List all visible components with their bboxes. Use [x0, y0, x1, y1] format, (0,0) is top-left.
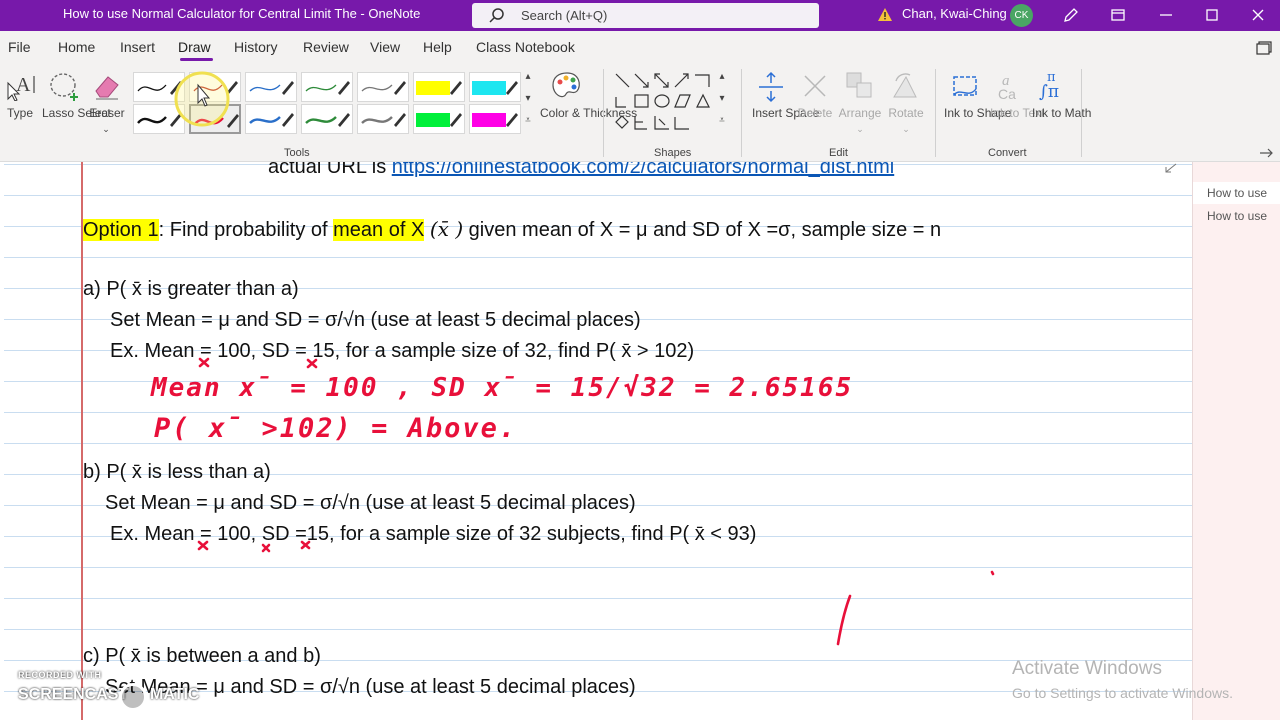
window-title: How to use Normal Calculator for Central… — [63, 6, 421, 21]
collapse-ribbon-icon[interactable] — [1258, 147, 1274, 159]
page-tab-1[interactable]: How to use — [1193, 182, 1280, 204]
search-icon — [489, 8, 504, 23]
tab-history[interactable]: History — [234, 39, 278, 55]
tab-help[interactable]: Help — [423, 39, 452, 55]
pen-blue-thick[interactable] — [245, 104, 297, 134]
highlighter-green[interactable] — [413, 104, 465, 134]
type-icon: A — [7, 74, 35, 101]
chevron-down-icon: ⌄ — [856, 124, 864, 134]
ink-line-1: Mean x̄ = 100 , SD x̄ = 15/√32 = 2.65165 — [150, 373, 853, 403]
svg-text:Ca: Ca — [998, 86, 1016, 101]
ribbon-display-icon[interactable] — [1256, 41, 1272, 55]
close-icon[interactable] — [1249, 6, 1267, 24]
lasso-select-icon — [50, 73, 78, 101]
svg-text:∫π: ∫π — [1039, 82, 1059, 101]
activate-windows-subtitle: Go to Settings to activate Windows. — [1012, 685, 1233, 701]
pen-gray-thin[interactable] — [357, 72, 409, 102]
rotate-icon — [893, 73, 917, 98]
avatar[interactable]: CK — [1010, 4, 1033, 27]
ink-to-shape-icon — [953, 76, 977, 96]
title-bar: How to use Normal Calculator for Central… — [0, 0, 1280, 31]
ink-to-shape-label[interactable]: Ink to Shape — [944, 105, 1011, 121]
minimize-icon[interactable] — [1157, 6, 1175, 24]
rotate-label: Rotate — [888, 106, 924, 120]
search-box[interactable]: Search (Alt+Q) — [472, 3, 819, 28]
pen-gray-thick[interactable] — [357, 104, 409, 134]
ribbon-tabs: File Home Insert Draw History Review Vie… — [0, 31, 1280, 63]
user-name[interactable]: Chan, Kwai-Ching — [902, 6, 1007, 21]
arrange-icon — [846, 72, 872, 98]
convert-group-label: Convert — [988, 147, 1027, 159]
tab-insert[interactable]: Insert — [120, 39, 155, 55]
page-tab-2[interactable]: How to use — [1193, 205, 1280, 227]
eraser-label[interactable]: Eraser — [88, 105, 126, 121]
pen-green-thin[interactable] — [301, 72, 353, 102]
highlighter-cyan[interactable] — [469, 72, 521, 102]
page-list-pane: How to use How to use — [1192, 162, 1280, 720]
palette-icon — [552, 72, 580, 98]
chevron-down-icon: ⌄ — [902, 124, 910, 134]
tab-class-notebook[interactable]: Class Notebook — [476, 39, 575, 55]
shapes-expand-icon[interactable]: ⩡ — [716, 113, 728, 129]
pens-scroll-down-icon[interactable]: ▾ — [522, 91, 534, 107]
restore-window-icon[interactable] — [1109, 6, 1127, 24]
insert-space-label[interactable]: Insert Space — [752, 105, 819, 121]
tab-view[interactable]: View — [370, 39, 400, 55]
pen-blue-thin[interactable] — [245, 72, 297, 102]
ink-to-text-icon: aCa — [998, 73, 1016, 101]
ink-to-math-icon: π∫π — [1039, 70, 1059, 101]
delete-label: Delete — [797, 106, 833, 120]
handwritten-ink: Mean x̄ = 100 , SD x̄ = 15/√32 = 2.65165… — [150, 357, 995, 646]
chevron-down-icon[interactable]: ⌄ — [100, 121, 112, 137]
shapes-scroll-up-icon[interactable]: ▴ — [716, 69, 728, 85]
draw-ribbon: A Type Lasso Select Eraser ⌄ ▴ ▾ ⩡ Tools — [0, 63, 1280, 162]
maximize-icon[interactable] — [1203, 6, 1221, 24]
type-label[interactable]: Type — [7, 105, 33, 121]
lasso-select-label[interactable]: Lasso Select — [42, 105, 111, 121]
tab-draw[interactable]: Draw — [178, 39, 211, 55]
edit-group-label: Edit — [829, 147, 848, 159]
pen-green-thick[interactable] — [301, 104, 353, 134]
eraser-icon — [95, 76, 119, 100]
active-tab-indicator — [180, 58, 213, 61]
warning-icon[interactable] — [877, 7, 893, 23]
note-page[interactable]: actual URL is https://onlinestatbook.com… — [4, 162, 1192, 720]
separator — [1081, 69, 1082, 157]
recorded-with-label: RECORDED WITH — [18, 670, 102, 680]
screencast-logo-icon — [119, 683, 147, 711]
tab-file[interactable]: File — [8, 39, 31, 55]
highlighter-magenta[interactable] — [469, 104, 521, 134]
tab-home[interactable]: Home — [58, 39, 95, 55]
insert-space-icon — [759, 71, 783, 103]
ink-to-text-label: Ink to Text — [990, 106, 1045, 120]
highlighter-yellow[interactable] — [413, 72, 465, 102]
screencast-logo-text: SCREENCAST — [18, 686, 129, 703]
separator — [935, 69, 936, 157]
arrange-label: Arrange — [838, 106, 882, 120]
separator — [741, 69, 742, 157]
color-thickness-label[interactable]: Color & Thickness — [540, 105, 637, 121]
pens-expand-icon[interactable]: ⩡ — [522, 113, 534, 129]
tools-group-label: Tools — [284, 147, 310, 159]
search-placeholder: Search (Alt+Q) — [521, 8, 608, 23]
activate-windows-title: Activate Windows — [1012, 658, 1162, 679]
tab-review[interactable]: Review — [303, 39, 349, 55]
shapes-scroll-down-icon[interactable]: ▾ — [716, 91, 728, 107]
shapes-group-label: Shapes — [654, 147, 692, 159]
pens-scroll-up-icon[interactable]: ▴ — [522, 69, 534, 85]
delete-icon — [804, 75, 826, 97]
screencast-logo-text-2: MATIC — [150, 686, 200, 703]
shapes-gallery[interactable] — [613, 71, 717, 133]
ink-line-2: P( x̄ >102) = Above. — [154, 413, 517, 444]
cursor-highlight — [174, 71, 230, 127]
ink-to-math-label[interactable]: Ink to Math — [1032, 105, 1091, 121]
pen-icon[interactable] — [1062, 6, 1080, 24]
separator — [603, 69, 604, 157]
